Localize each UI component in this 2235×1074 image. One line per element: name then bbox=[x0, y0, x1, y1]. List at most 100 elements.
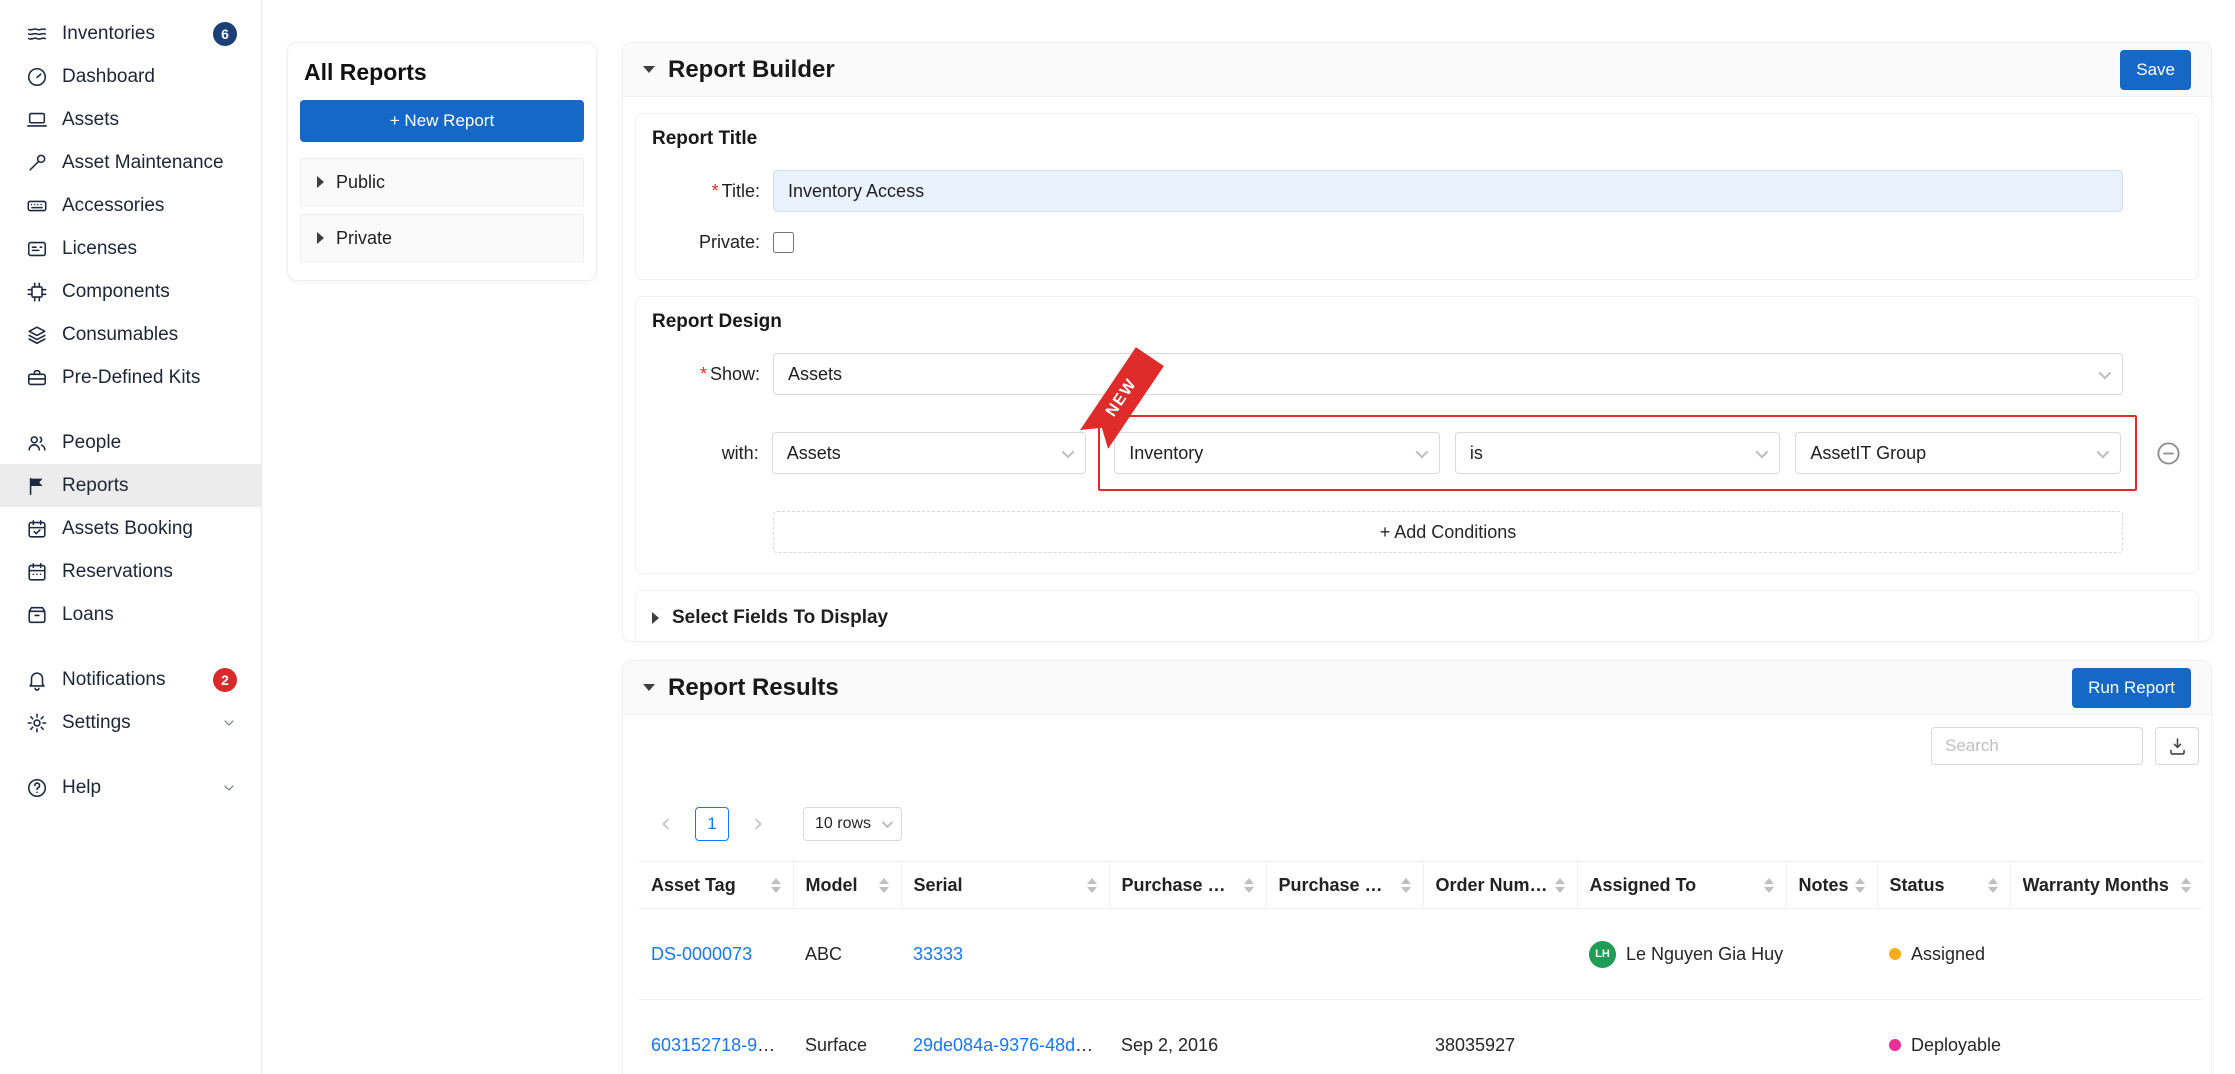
select-fields-section[interactable]: Select Fields To Display bbox=[635, 590, 2199, 642]
new-report-button[interactable]: + New Report bbox=[300, 100, 584, 142]
sidebar-item-assets-booking[interactable]: Assets Booking bbox=[0, 507, 261, 550]
sort-icon[interactable] bbox=[1401, 878, 1411, 893]
table-row: DS-0000073ABC33333LHLe Nguyen Gia HuyAss… bbox=[639, 909, 2203, 1000]
download-button[interactable] bbox=[2155, 727, 2199, 765]
asset-tag-link[interactable]: DS-0000073 bbox=[651, 944, 752, 964]
report-title-heading: Report Title bbox=[652, 128, 2182, 150]
show-select[interactable]: Assets bbox=[773, 353, 2123, 395]
column-header-label: Warranty Months bbox=[2023, 875, 2169, 896]
sort-icon[interactable] bbox=[1988, 878, 1998, 893]
column-header-asset-tag[interactable]: Asset Tag bbox=[639, 862, 793, 909]
cell-warranty-months bbox=[2010, 1000, 2203, 1074]
sidebar-item-asset-maintenance[interactable]: Asset Maintenance bbox=[0, 141, 261, 184]
pagination-page-1[interactable]: 1 bbox=[695, 807, 729, 841]
add-conditions-button[interactable]: + Add Conditions bbox=[773, 511, 2123, 553]
sidebar-item-consumables[interactable]: Consumables bbox=[0, 313, 261, 356]
sidebar-item-licenses[interactable]: Licenses bbox=[0, 227, 261, 270]
sort-icon[interactable] bbox=[1855, 878, 1865, 893]
sidebar-item-components[interactable]: Components bbox=[0, 270, 261, 313]
sidebar-item-label: Settings bbox=[62, 712, 207, 734]
assets-booking-icon bbox=[26, 518, 48, 540]
sidebar-item-dashboard[interactable]: Dashboard bbox=[0, 55, 261, 98]
report-group-public[interactable]: Public bbox=[300, 158, 584, 206]
chevron-down-icon bbox=[221, 780, 237, 796]
report-builder-header[interactable]: Report Builder Save bbox=[623, 43, 2211, 97]
with-select[interactable]: Assets bbox=[772, 432, 1087, 474]
sort-icon[interactable] bbox=[1555, 878, 1565, 893]
column-header-purchase-date[interactable]: Purchase Date bbox=[1109, 862, 1266, 909]
report-design-section: Report Design *Show: Assets with: Assets… bbox=[635, 296, 2199, 574]
column-header-serial[interactable]: Serial bbox=[901, 862, 1109, 909]
column-header-model[interactable]: Model bbox=[793, 862, 901, 909]
cell-value: Sep 2, 2016 bbox=[1121, 1035, 1218, 1055]
condition-field-select[interactable]: Inventory bbox=[1114, 432, 1440, 474]
sidebar-item-label: Assets Booking bbox=[62, 518, 237, 540]
reports-icon bbox=[26, 475, 48, 497]
cell-warranty-months bbox=[2010, 909, 2203, 1000]
sidebar-item-pre-defined-kits[interactable]: Pre-Defined Kits bbox=[0, 356, 261, 399]
pagination-prev-button[interactable] bbox=[651, 807, 681, 841]
consumables-icon bbox=[26, 324, 48, 346]
sidebar-item-settings[interactable]: Settings bbox=[0, 701, 261, 744]
sort-icon[interactable] bbox=[879, 878, 889, 893]
remove-condition-button[interactable] bbox=[2155, 440, 2182, 467]
accessories-icon bbox=[26, 195, 48, 217]
cell-serial: 29de084a-9376-48dc-... bbox=[901, 1000, 1109, 1074]
inventories-icon bbox=[26, 23, 48, 45]
column-header-order-number[interactable]: Order Number bbox=[1423, 862, 1577, 909]
report-group-private[interactable]: Private bbox=[300, 214, 584, 262]
sidebar-item-label: Pre-Defined Kits bbox=[62, 367, 237, 389]
condition-operator-select[interactable]: is bbox=[1455, 432, 1781, 474]
sort-icon[interactable] bbox=[771, 878, 781, 893]
sort-icon[interactable] bbox=[1087, 878, 1097, 893]
cell-purchase-cost bbox=[1266, 1000, 1423, 1074]
column-header-purchase-cost[interactable]: Purchase Cost bbox=[1266, 862, 1423, 909]
cell-asset-tag: DS-0000073 bbox=[639, 909, 793, 1000]
report-results-header[interactable]: Report Results Run Report bbox=[623, 661, 2211, 715]
title-input[interactable] bbox=[773, 170, 2123, 212]
save-button[interactable]: Save bbox=[2120, 50, 2191, 90]
sidebar-item-accessories[interactable]: Accessories bbox=[0, 184, 261, 227]
reservations-icon bbox=[26, 561, 48, 583]
sidebar-item-reports[interactable]: Reports bbox=[0, 464, 261, 507]
sort-icon[interactable] bbox=[1764, 878, 1774, 893]
column-header-assigned-to[interactable]: Assigned To bbox=[1577, 862, 1786, 909]
condition-group-highlighted: NEW Inventory is AssetIT Group bbox=[1098, 415, 2137, 491]
column-header-status[interactable]: Status bbox=[1877, 862, 2010, 909]
column-header-notes[interactable]: Notes bbox=[1786, 862, 1877, 909]
report-builder-card: Report Builder Save Report Title *Title:… bbox=[622, 42, 2212, 642]
sort-icon[interactable] bbox=[2181, 878, 2191, 893]
serial-link[interactable]: 29de084a-9376-48dc-... bbox=[913, 1035, 1105, 1055]
assets-icon bbox=[26, 109, 48, 131]
sidebar-item-reservations[interactable]: Reservations bbox=[0, 550, 261, 593]
avatar: LH bbox=[1589, 941, 1616, 968]
status-badge: Assigned bbox=[1911, 944, 1985, 965]
chevron-left-icon bbox=[658, 816, 674, 832]
rows-per-page-select[interactable]: 10 rows bbox=[803, 807, 902, 841]
asset-tag-link[interactable]: 603152718-9123 bbox=[651, 1035, 787, 1055]
results-toolbar bbox=[623, 715, 2211, 765]
sidebar-item-label: Loans bbox=[62, 604, 237, 626]
private-label: Private: bbox=[652, 232, 760, 253]
sidebar-item-assets[interactable]: Assets bbox=[0, 98, 261, 141]
condition-value-select[interactable]: AssetIT Group bbox=[1795, 432, 2121, 474]
search-input[interactable] bbox=[1931, 727, 2143, 765]
private-checkbox[interactable] bbox=[773, 232, 794, 253]
chevron-down-icon bbox=[2097, 445, 2110, 458]
report-group-label: Private bbox=[336, 228, 392, 249]
sidebar-item-loans[interactable]: Loans bbox=[0, 593, 261, 636]
sidebar-item-help[interactable]: Help bbox=[0, 766, 261, 809]
sort-icon[interactable] bbox=[1244, 878, 1254, 893]
column-header-label: Order Number bbox=[1436, 875, 1549, 896]
sidebar-item-notifications[interactable]: Notifications2 bbox=[0, 658, 261, 701]
sidebar-item-people[interactable]: People bbox=[0, 421, 261, 464]
sidebar-item-inventories[interactable]: Inventories6 bbox=[0, 12, 261, 55]
serial-link[interactable]: 33333 bbox=[913, 944, 963, 964]
run-report-button[interactable]: Run Report bbox=[2072, 668, 2191, 708]
column-header-label: Asset Tag bbox=[651, 875, 736, 896]
required-mark: * bbox=[712, 181, 719, 201]
pagination-next-button[interactable] bbox=[743, 807, 773, 841]
chevron-down-icon bbox=[1062, 445, 1075, 458]
column-header-warranty-months[interactable]: Warranty Months bbox=[2010, 862, 2203, 909]
chevron-down-icon bbox=[221, 715, 237, 731]
